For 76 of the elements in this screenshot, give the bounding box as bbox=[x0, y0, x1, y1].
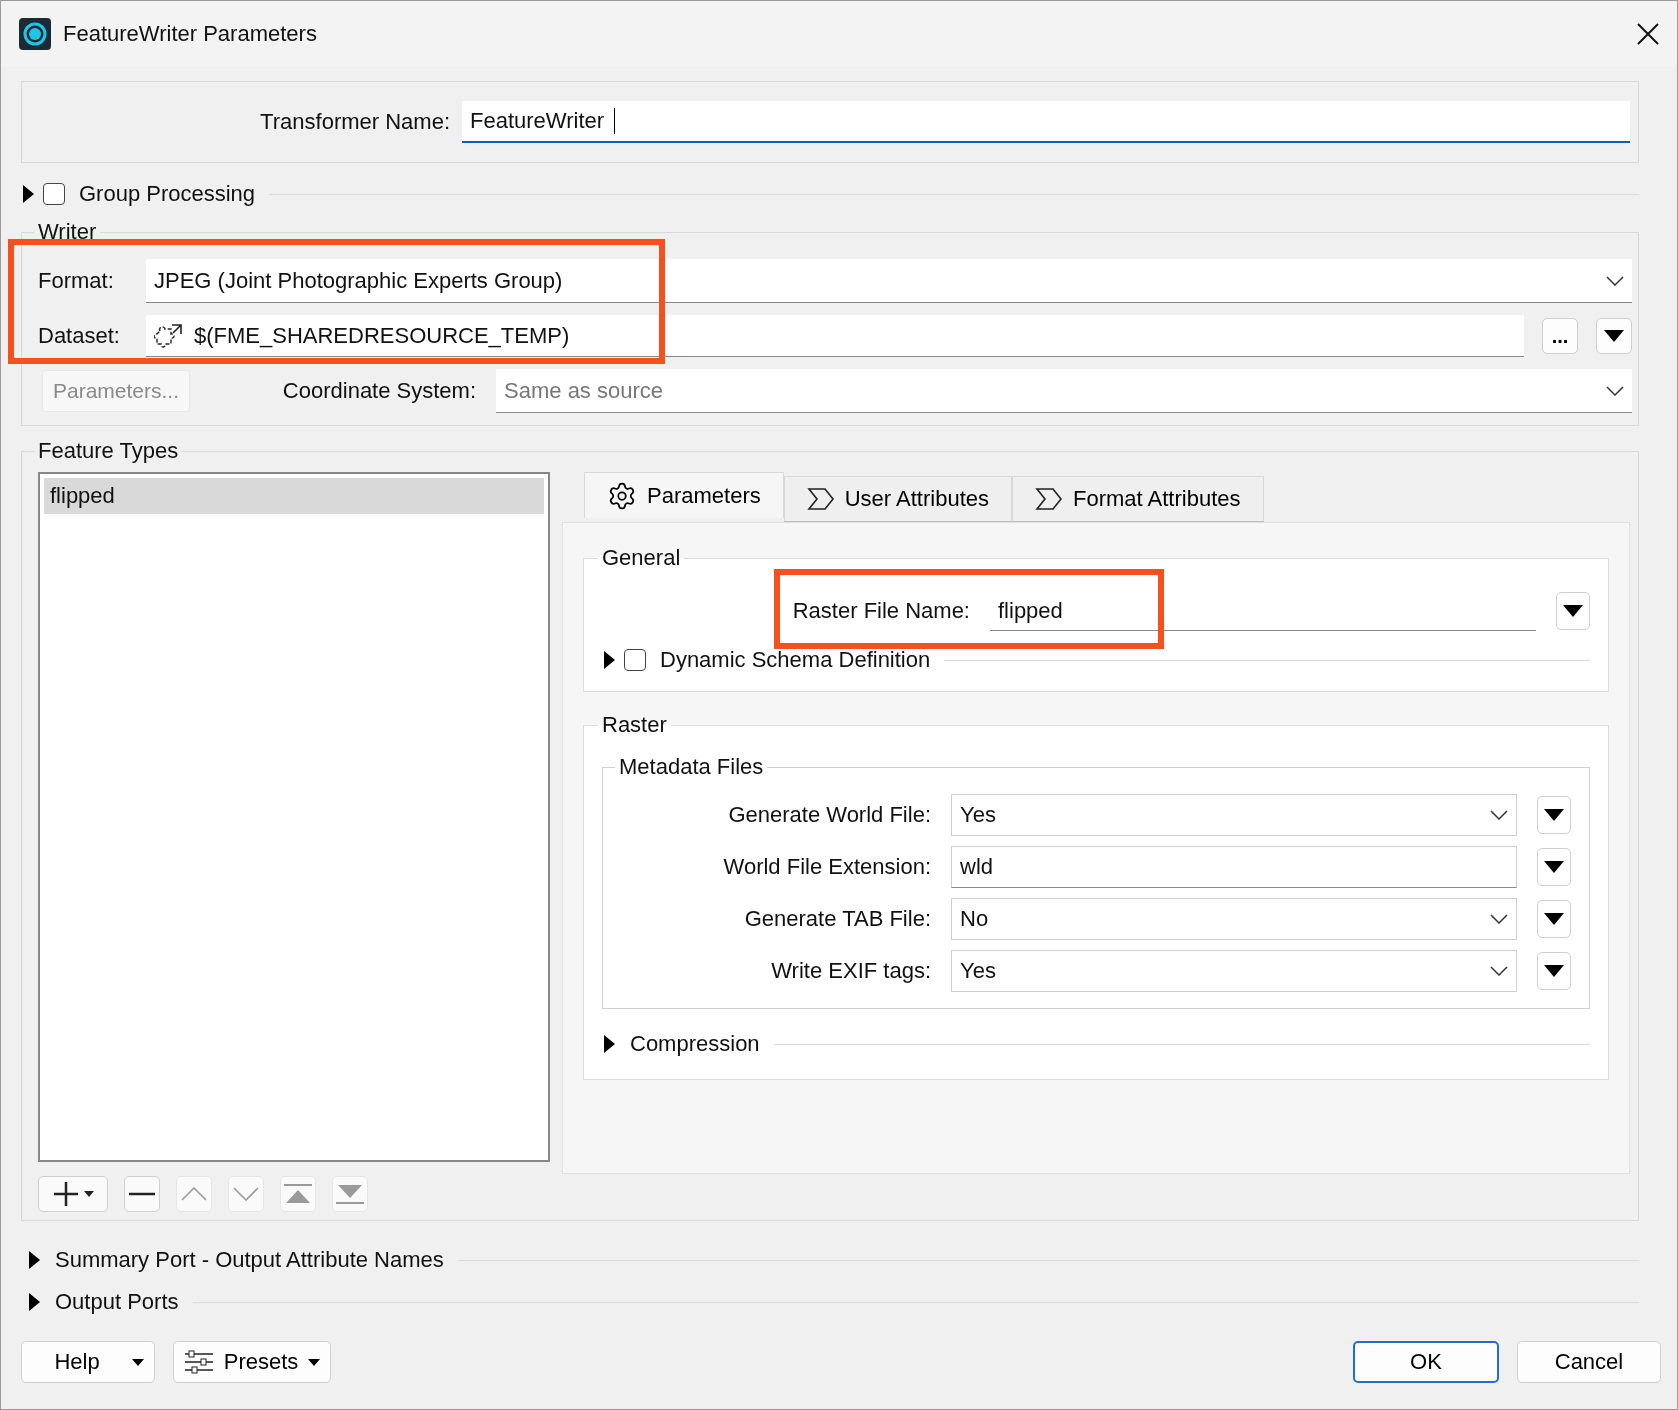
field-label: Write EXIF tags: bbox=[770, 958, 932, 984]
checkbox[interactable] bbox=[43, 183, 65, 205]
window-title: FeatureWriter Parameters bbox=[63, 21, 318, 47]
value-dropdown[interactable]: Yes bbox=[951, 950, 1517, 992]
cancel-button[interactable]: Cancel bbox=[1517, 1341, 1661, 1383]
chevron-down-icon bbox=[1490, 914, 1508, 924]
transformer-name-field[interactable]: FeatureWriter bbox=[462, 101, 1630, 143]
group-title: Writer bbox=[37, 219, 98, 245]
field-label: Format: bbox=[38, 268, 115, 294]
browse-button[interactable]: ... bbox=[1542, 318, 1578, 354]
minus-icon bbox=[129, 1192, 155, 1196]
group-title: General bbox=[601, 545, 682, 571]
close-icon[interactable] bbox=[1637, 23, 1659, 45]
chevron-down-icon bbox=[1606, 275, 1624, 286]
coordinate-system-dropdown[interactable]: Same as source bbox=[496, 369, 1632, 413]
expand-arrow[interactable] bbox=[21, 183, 35, 205]
field-label: Dataset: bbox=[38, 323, 121, 349]
chevron-up-icon bbox=[181, 1187, 207, 1201]
list-item[interactable]: flipped bbox=[44, 478, 544, 514]
dropdown-button[interactable] bbox=[1537, 900, 1571, 938]
section-label: Summary Port - Output Attribute Names bbox=[55, 1247, 444, 1273]
triangle-down-icon bbox=[1544, 913, 1564, 925]
dropdown-button[interactable] bbox=[1537, 952, 1571, 990]
chevron-down-icon bbox=[233, 1187, 259, 1201]
caret-icon bbox=[308, 1358, 320, 1366]
move-bottom-icon bbox=[336, 1184, 364, 1204]
presets-button[interactable]: Presets bbox=[173, 1341, 331, 1383]
field-label: Transformer Name: bbox=[259, 109, 451, 135]
field-label: Generate TAB File: bbox=[743, 906, 932, 932]
ok-button[interactable]: OK bbox=[1353, 1341, 1499, 1383]
value-dropdown[interactable]: Yes bbox=[951, 794, 1517, 836]
expand-arrow[interactable] bbox=[27, 1249, 41, 1271]
dropdown-button[interactable] bbox=[1537, 848, 1571, 886]
gear-icon bbox=[607, 480, 637, 511]
triangle-down-icon bbox=[1544, 809, 1564, 821]
section-label: Output Ports bbox=[55, 1289, 179, 1315]
checkbox[interactable] bbox=[624, 649, 646, 671]
move-top-icon bbox=[284, 1184, 312, 1204]
section-label: Dynamic Schema Definition bbox=[660, 647, 931, 673]
tab[interactable]: User Attributes bbox=[783, 476, 1012, 522]
sliders-icon bbox=[184, 1350, 214, 1374]
tab[interactable]: Parameters bbox=[584, 472, 784, 518]
chevron-down-icon bbox=[1490, 810, 1508, 820]
value-field[interactable]: wld bbox=[951, 846, 1517, 888]
help-button[interactable]: Help bbox=[21, 1341, 155, 1383]
section-label: Group Processing bbox=[79, 181, 256, 207]
caret-icon bbox=[84, 1191, 94, 1197]
chevron-down-icon bbox=[1490, 966, 1508, 976]
plus-icon bbox=[52, 1180, 80, 1208]
field-label: Raster File Name: bbox=[791, 598, 971, 624]
triangle-down-icon bbox=[1544, 965, 1564, 977]
value-dropdown[interactable]: No bbox=[951, 898, 1517, 940]
app-icon bbox=[19, 18, 51, 50]
field-label: Coordinate System: bbox=[281, 378, 478, 404]
expand-arrow[interactable] bbox=[27, 1291, 41, 1313]
caret-icon bbox=[132, 1358, 144, 1366]
field-label: World File Extension: bbox=[722, 854, 932, 880]
dataset-field[interactable]: $(FME_SHAREDRESOURCE_TEMP) bbox=[146, 315, 1524, 357]
chevron-down-icon bbox=[1606, 385, 1624, 396]
group-title: Feature Types bbox=[37, 438, 180, 464]
section-label: Compression bbox=[630, 1031, 760, 1057]
toolbar-button[interactable] bbox=[124, 1176, 160, 1212]
toolbar-button[interactable] bbox=[38, 1176, 108, 1212]
expand-arrow[interactable] bbox=[602, 649, 616, 671]
group-title: Raster bbox=[601, 712, 668, 738]
dropdown-button[interactable] bbox=[1537, 796, 1571, 834]
expand-arrow[interactable] bbox=[602, 1033, 616, 1055]
field-label: Generate World File: bbox=[727, 802, 932, 828]
group-title: Metadata Files bbox=[618, 754, 765, 780]
triangle-down-icon bbox=[1563, 605, 1583, 617]
format-dropdown[interactable]: JPEG (Joint Photographic Experts Group) bbox=[146, 259, 1632, 303]
triangle-down-icon bbox=[1604, 330, 1624, 342]
tab[interactable]: Format Attributes bbox=[1012, 476, 1264, 522]
dropdown-button[interactable] bbox=[1556, 592, 1590, 630]
triangle-down-icon bbox=[1544, 861, 1564, 873]
dropdown-button[interactable] bbox=[1596, 318, 1632, 354]
